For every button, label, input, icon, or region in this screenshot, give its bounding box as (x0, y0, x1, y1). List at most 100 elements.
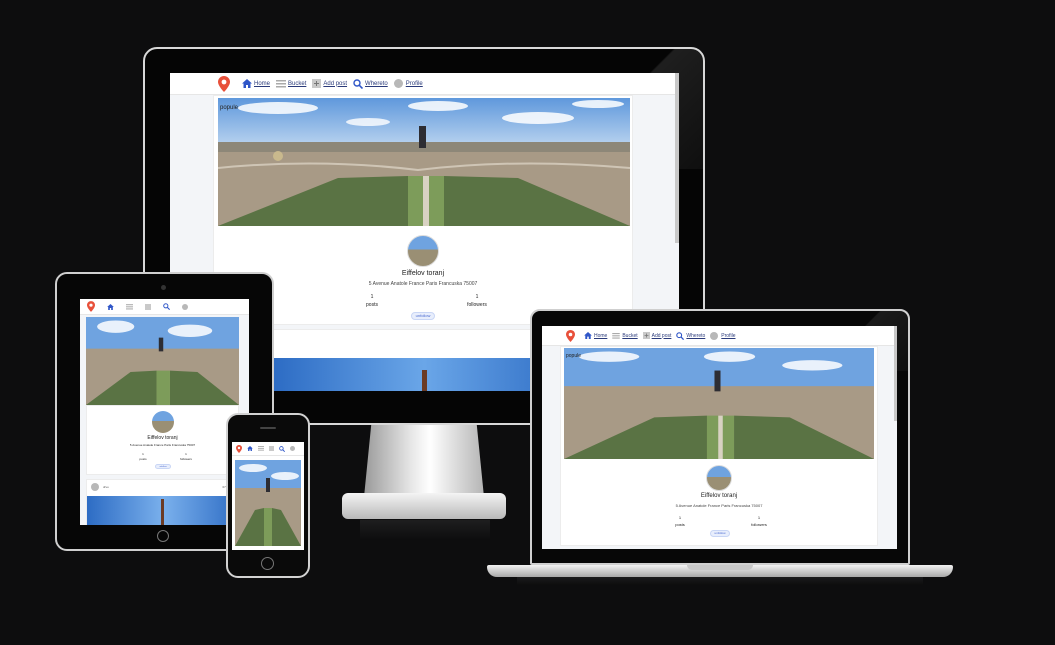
tablet-cover-photo (86, 317, 239, 405)
search-location-icon[interactable] (279, 445, 285, 452)
post-author-avatar[interactable] (91, 483, 99, 491)
home-icon (242, 79, 252, 88)
phone-cover-photo (235, 460, 301, 546)
monitor-profile-avatar[interactable] (407, 235, 439, 267)
map-pin-logo-icon[interactable] (236, 444, 242, 453)
bucket-list-icon (276, 79, 287, 87)
map-pin-logo-icon[interactable] (87, 301, 95, 312)
monitor-unfollow-button[interactable]: unfollow (411, 312, 435, 320)
monitor-scrollbar[interactable] (675, 73, 679, 243)
nav-profile-label: Profile (405, 80, 423, 87)
map-pin-logo-icon[interactable] (218, 75, 230, 92)
phone-device (226, 413, 310, 578)
nav-whereto-link[interactable]: Whereto (676, 331, 706, 340)
laptop-navbar: Home Bucket Add post Whereto Profile (542, 326, 897, 346)
cover-label: popule (566, 353, 582, 359)
monitor-stand-base (342, 493, 506, 519)
nav-profile-link[interactable]: Profile (710, 331, 736, 340)
nav-bucket-label: Bucket (288, 80, 307, 87)
nav-add-post-label: Add post (323, 80, 348, 87)
tablet-post-tower (161, 499, 164, 525)
monitor-posts-label: posts (366, 302, 378, 308)
tablet-screen: Eiffelov toranj 5 Avenue Anatole France … (80, 299, 249, 525)
tablet-post-card: drvo 07 Jul 2021 (86, 479, 240, 525)
tablet-followers-label: followers (180, 457, 192, 461)
laptop-posts-label: posts (675, 522, 685, 527)
monitor-stand-neck (364, 425, 484, 497)
tablet-profile-avatar[interactable] (152, 411, 174, 433)
monitor-navbar: Home Bucket Add post Whereto Profile (170, 73, 679, 95)
nav-home-link[interactable]: Home (242, 79, 270, 88)
monitor-stand-shadow (360, 520, 490, 540)
user-avatar-icon (710, 331, 719, 340)
nav-home-link[interactable]: Home (584, 332, 607, 339)
tablet-home-button[interactable] (157, 530, 169, 542)
search-location-icon (676, 331, 685, 340)
bucket-list-icon[interactable] (258, 446, 264, 451)
user-avatar-icon (393, 79, 403, 88)
laptop-profile-avatar[interactable] (706, 465, 732, 491)
bucket-list-icon (612, 332, 621, 339)
add-image-icon[interactable] (145, 303, 151, 310)
nav-bucket-link[interactable]: Bucket (612, 332, 638, 339)
post-author-name[interactable]: drvo (103, 485, 109, 489)
home-icon (584, 332, 592, 339)
nav-add-post-link[interactable]: Add post (312, 79, 347, 88)
nav-add-post-label: Add post (651, 332, 672, 339)
nav-bucket-label: Bucket (622, 332, 638, 339)
laptop-unfollow-button[interactable]: unfollow (710, 530, 730, 537)
laptop-scrollbar[interactable] (894, 326, 897, 421)
laptop-shadow (517, 577, 923, 585)
phone-navbar (232, 442, 304, 456)
tablet-unfollow-button[interactable]: unfollow (155, 464, 171, 469)
add-image-icon (312, 79, 322, 88)
home-icon[interactable] (107, 303, 114, 310)
tablet-posts-label: posts (139, 457, 147, 461)
laptop-followers-count: 1 (757, 515, 761, 520)
tablet-profile-name: Eiffelov toranj (147, 435, 178, 441)
monitor-profile-card: popule Eiffelov toranj 5 Avenue Anatole … (213, 95, 633, 325)
user-avatar-icon[interactable] (290, 446, 295, 451)
nav-home-label: Home (594, 332, 608, 339)
laptop-profile-card: popule Eiffelov toranj 5 Avenue Anatole … (560, 346, 878, 546)
monitor-profile-name: Eiffelov toranj (401, 270, 445, 277)
nav-home-label: Home (254, 80, 271, 87)
nav-whereto-label: Whereto (686, 332, 706, 339)
phone-speaker (260, 427, 276, 429)
add-image-icon[interactable] (269, 446, 274, 451)
search-location-icon[interactable] (163, 303, 170, 310)
monitor-followers-label: followers (467, 302, 487, 308)
bucket-list-icon[interactable] (126, 303, 133, 310)
nav-whereto-label: Whereto (365, 80, 388, 87)
cover-label: popule (220, 105, 239, 111)
search-location-icon (353, 78, 364, 89)
laptop-device: Home Bucket Add post Whereto Profile pop… (487, 309, 953, 585)
laptop-profile-address: 5 Avenue Anatole France Paris Francuska … (675, 503, 763, 508)
laptop-posts-count: 1 (678, 515, 682, 520)
tablet-profile-address: 5 Avenue Anatole France Paris Francuska … (129, 443, 196, 447)
monitor-cover-photo: popule (218, 98, 630, 226)
tablet-posts-count: 1 (142, 452, 144, 456)
tablet-followers-count: 1 (185, 452, 187, 456)
map-pin-logo-icon[interactable] (566, 329, 575, 342)
nav-profile-label: Profile (721, 332, 736, 339)
laptop-followers-label: followers (751, 522, 767, 527)
monitor-profile-address: 5 Avenue Anatole France Paris Francuska … (368, 281, 478, 287)
tablet-profile-card: Eiffelov toranj 5 Avenue Anatole France … (86, 405, 239, 475)
user-avatar-icon[interactable] (182, 303, 188, 310)
home-icon[interactable] (247, 446, 253, 451)
nav-bucket-link[interactable]: Bucket (276, 79, 307, 88)
phone-home-button[interactable] (261, 557, 274, 570)
nav-whereto-link[interactable]: Whereto (353, 78, 388, 89)
tablet-navbar (80, 299, 249, 315)
monitor-followers-count: 1 (475, 294, 479, 300)
nav-add-post-link[interactable]: Add post (642, 332, 672, 339)
nav-profile-link[interactable]: Profile (393, 79, 423, 88)
laptop-trackpad-notch (687, 565, 753, 570)
laptop-cover-photo: popule (564, 348, 874, 459)
monitor-posts-count: 1 (370, 294, 374, 300)
laptop-screen: Home Bucket Add post Whereto Profile pop… (542, 326, 897, 549)
tablet-camera (161, 285, 166, 290)
phone-screen (232, 442, 304, 550)
add-image-icon (642, 332, 650, 339)
